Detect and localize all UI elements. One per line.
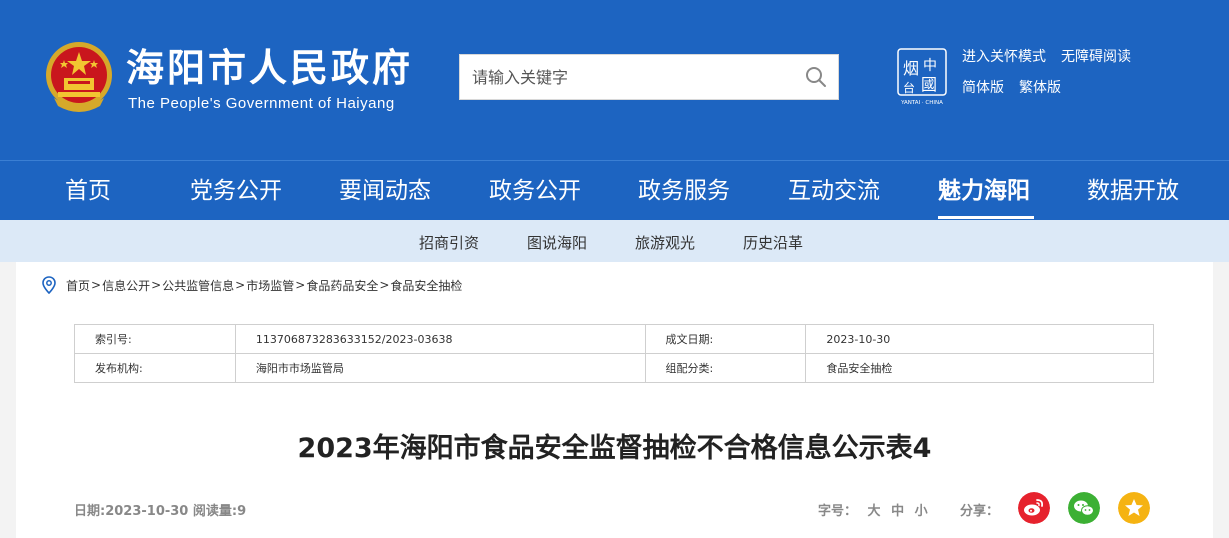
breadcrumb-home[interactable]: 首页: [66, 277, 90, 294]
svg-text:烟: 烟: [903, 59, 919, 78]
svg-text:中: 中: [923, 58, 937, 74]
nav-open-data[interactable]: 数据开放: [1087, 176, 1179, 206]
traditional-chinese-link[interactable]: 繁体版: [1019, 77, 1061, 97]
font-size-large[interactable]: 大: [868, 504, 881, 519]
search-box: [459, 54, 839, 100]
search-icon[interactable]: [804, 65, 828, 89]
breadcrumb-public-supervision[interactable]: 公共监管信息: [162, 277, 234, 294]
nav-charm-haiyang[interactable]: 魅力海阳: [938, 176, 1030, 206]
main-nav: 首页 党务公开 要闻动态 政务公开 政务服务 互动交流 魅力海阳 数据开放: [0, 160, 1229, 220]
site-header: 海阳市人民政府 The People's Government of Haiya…: [0, 0, 1229, 160]
breadcrumb-food-drug-safety[interactable]: 食品药品安全: [306, 277, 378, 294]
font-size-control: 字号： 大 中 小: [818, 500, 928, 519]
font-size-label: 字号：: [818, 504, 858, 519]
table-row: 索引号: 113706873283633152/2023-03638 成文日期:…: [74, 324, 1154, 354]
favorite-star-icon[interactable]: [1118, 492, 1150, 524]
yantai-china-logo-icon: 烟 中 國 台 YANTAI · CHINA: [897, 48, 947, 106]
share-label: 分享：: [960, 504, 1000, 519]
breadcrumb-info-open[interactable]: 信息公开: [102, 277, 150, 294]
publisher-value: 海阳市市场监管局: [234, 353, 646, 383]
nav-gov-services[interactable]: 政务服务: [638, 176, 730, 206]
breadcrumb-separator: >: [295, 278, 306, 292]
category-value: 食品安全抽检: [805, 353, 1154, 383]
national-emblem-icon: [46, 42, 112, 112]
svg-text:台: 台: [903, 80, 915, 95]
svg-text:國: 國: [921, 75, 937, 94]
article-meta-table: 索引号: 113706873283633152/2023-03638 成文日期:…: [74, 324, 1154, 383]
nav-gov-affairs[interactable]: 政务公开: [489, 176, 581, 206]
subnav-history[interactable]: 历史沿革: [743, 232, 803, 253]
weibo-share-icon[interactable]: [1018, 492, 1050, 524]
svg-text:YANTAI · CHINA: YANTAI · CHINA: [900, 100, 943, 106]
simplified-chinese-link[interactable]: 简体版: [962, 77, 1004, 97]
written-date-value: 2023-10-30: [805, 324, 1154, 354]
font-size-medium[interactable]: 中: [891, 504, 904, 519]
breadcrumb-separator: >: [379, 278, 390, 292]
nav-home[interactable]: 首页: [65, 176, 111, 206]
subnav-picture-haiyang[interactable]: 图说海阳: [527, 232, 587, 253]
breadcrumb-separator: >: [91, 278, 102, 292]
index-no-value: 113706873283633152/2023-03638: [234, 324, 646, 354]
care-mode-link[interactable]: 进入关怀模式: [962, 46, 1046, 66]
breadcrumb-separator: >: [235, 278, 246, 292]
subnav-tourism[interactable]: 旅游观光: [635, 232, 695, 253]
article-panel: 首页 > 信息公开 > 公共监管信息 > 市场监管 > 食品药品安全 > 食品安全抽检 索…: [16, 262, 1213, 538]
breadcrumb-food-sampling[interactable]: 食品安全抽检: [390, 277, 462, 294]
nav-active-indicator: [938, 216, 1034, 219]
category-label: 组配分类:: [644, 353, 807, 383]
location-pin-icon: [42, 276, 56, 294]
written-date-label: 成文日期:: [644, 324, 807, 354]
search-input[interactable]: [460, 55, 790, 99]
article-date-views: 日期:2023-10-30 阅读量:9: [74, 504, 247, 519]
breadcrumb-market-supervision[interactable]: 市场监管: [246, 277, 294, 294]
breadcrumb: 首页 > 信息公开 > 公共监管信息 > 市场监管 > 食品药品安全 > 食品安全抽检: [42, 276, 462, 294]
breadcrumb-separator: >: [151, 278, 162, 292]
font-size-small[interactable]: 小: [915, 504, 928, 519]
wechat-share-icon[interactable]: [1068, 492, 1100, 524]
sub-nav: 招商引资 图说海阳 旅游观光 历史沿革: [0, 220, 1229, 262]
site-subtitle: The People's Government of Haiyang: [128, 95, 395, 112]
nav-interaction[interactable]: 互动交流: [788, 176, 880, 206]
table-row: 发布机构: 海阳市市场监管局 组配分类: 食品安全抽检: [74, 353, 1154, 383]
index-no-label: 索引号:: [74, 324, 236, 354]
article-title: 2023年海阳市食品安全监督抽检不合格信息公示表4: [297, 433, 932, 464]
site-title[interactable]: 海阳市人民政府: [126, 44, 413, 92]
publisher-label: 发布机构:: [74, 353, 236, 383]
nav-news[interactable]: 要闻动态: [339, 176, 431, 206]
accessibility-link[interactable]: 无障碍阅读: [1061, 46, 1131, 66]
nav-party-affairs[interactable]: 党务公开: [190, 176, 282, 206]
subnav-investment[interactable]: 招商引资: [419, 232, 479, 253]
